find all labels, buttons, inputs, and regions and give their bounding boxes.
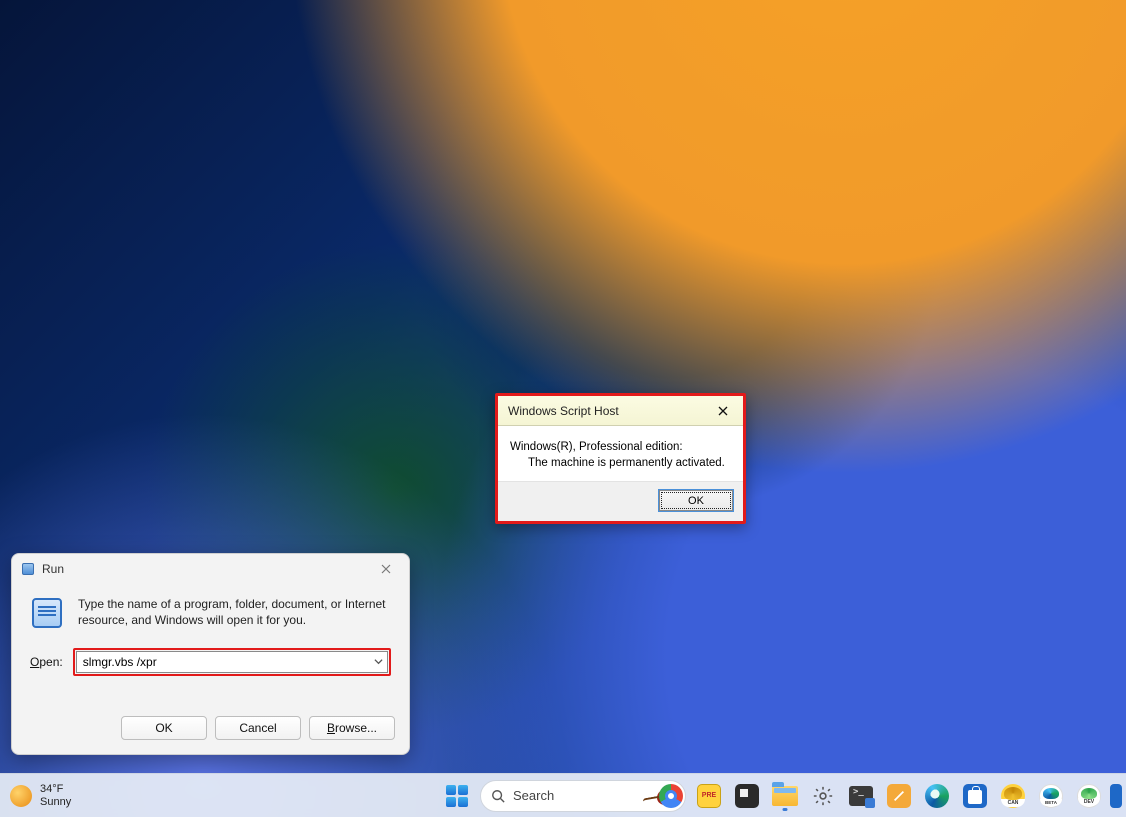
run-titlebar[interactable]: Run xyxy=(12,554,409,584)
taskbar-edge[interactable] xyxy=(920,779,954,813)
edge-icon xyxy=(925,784,949,808)
taskbar-weather-widget[interactable]: 34°F Sunny xyxy=(10,774,71,817)
taskbar-terminal[interactable] xyxy=(844,779,878,813)
start-button[interactable] xyxy=(440,779,474,813)
taskbar-store[interactable] xyxy=(958,779,992,813)
wsh-body: Windows(R), Professional edition: The ma… xyxy=(498,426,743,481)
taskbar: 34°F Sunny Search PRE xyxy=(0,773,1126,817)
run-title-icon xyxy=(20,561,36,577)
wsh-message-line1: Windows(R), Professional edition: xyxy=(510,440,731,456)
edge-canary-icon xyxy=(1001,784,1025,808)
store-icon xyxy=(963,784,987,808)
run-description: Type the name of a program, folder, docu… xyxy=(78,596,391,630)
run-title: Run xyxy=(42,562,64,576)
close-icon[interactable] xyxy=(371,557,401,581)
gear-icon xyxy=(811,784,835,808)
run-app-icon xyxy=(30,596,64,630)
taskbar-edge-canary[interactable] xyxy=(996,779,1030,813)
taskbar-edge-beta[interactable] xyxy=(1034,779,1068,813)
taskbar-settings[interactable] xyxy=(806,779,840,813)
run-open-combobox[interactable] xyxy=(73,648,391,676)
app-icon xyxy=(1110,784,1122,808)
folder-icon xyxy=(772,786,798,806)
weather-condition: Sunny xyxy=(40,796,71,809)
taskbar-file-explorer[interactable] xyxy=(768,779,802,813)
windows-script-host-dialog: Windows Script Host Windows(R), Professi… xyxy=(495,393,746,524)
edge-beta-icon xyxy=(1039,784,1063,808)
run-open-label: Open: xyxy=(30,655,63,669)
weather-sun-icon xyxy=(10,785,32,807)
run-cancel-button[interactable]: Cancel xyxy=(215,716,301,740)
taskbar-tools[interactable] xyxy=(882,779,916,813)
terminal-icon xyxy=(849,786,873,806)
tools-icon xyxy=(887,784,911,808)
wsh-footer: OK xyxy=(498,481,743,521)
wsh-title: Windows Script Host xyxy=(508,404,619,418)
task-view-icon xyxy=(735,784,759,808)
run-dialog: Run Type the name of a program, folder, … xyxy=(11,553,410,755)
wsh-message-line2: The machine is permanently activated. xyxy=(510,456,731,472)
run-ok-button[interactable]: OK xyxy=(121,716,207,740)
chevron-down-icon[interactable] xyxy=(374,653,383,671)
pre-icon: PRE xyxy=(697,784,721,808)
run-browse-button[interactable]: Browse... xyxy=(309,716,395,740)
taskbar-app-pre[interactable]: PRE xyxy=(692,779,726,813)
edge-dev-icon xyxy=(1077,784,1101,808)
chrome-icon xyxy=(659,784,683,808)
taskbar-app-chrome[interactable] xyxy=(654,779,688,813)
wsh-titlebar[interactable]: Windows Script Host xyxy=(498,396,743,426)
taskbar-edge-dev[interactable] xyxy=(1072,779,1106,813)
run-open-input[interactable] xyxy=(76,651,388,673)
taskbar-search-placeholder: Search xyxy=(513,788,633,803)
search-icon xyxy=(491,789,505,803)
taskbar-task-view[interactable] xyxy=(730,779,764,813)
close-icon[interactable] xyxy=(709,400,737,422)
wsh-ok-button[interactable]: OK xyxy=(659,490,733,511)
taskbar-app-overflow[interactable] xyxy=(1110,779,1122,813)
weather-temperature: 34°F xyxy=(40,783,71,796)
windows-logo-icon xyxy=(442,781,472,811)
